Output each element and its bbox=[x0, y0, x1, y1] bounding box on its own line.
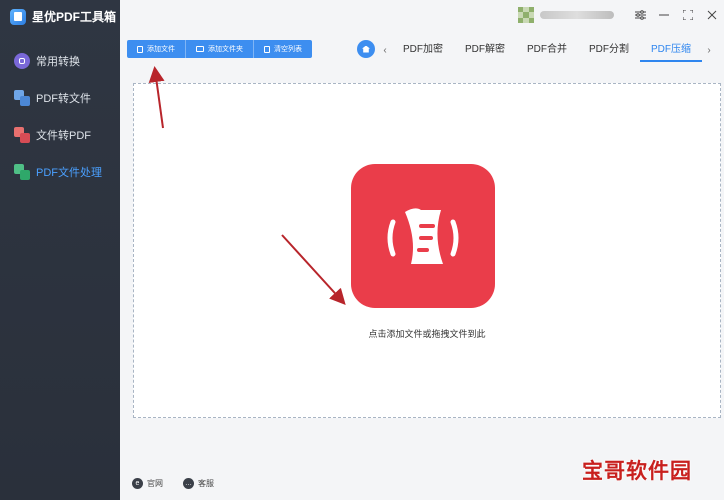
add-folder-button[interactable]: 添加文件夹 bbox=[186, 40, 254, 58]
compress-file-icon[interactable] bbox=[351, 164, 495, 308]
app-title-bar: 星优PDF工具箱 bbox=[10, 8, 116, 25]
chevron-right-icon[interactable]: › bbox=[702, 45, 716, 56]
sidebar-item-pdf-to-file[interactable]: PDF转文件 bbox=[0, 79, 120, 116]
tab-pdf-encrypt[interactable]: PDF加密 bbox=[392, 38, 454, 62]
maximize-icon[interactable] bbox=[676, 0, 700, 30]
sidebar: 星优PDF工具箱 常用转换 PDF转文件 文件转PDF PDF文件处理 bbox=[0, 0, 120, 500]
function-tabs: ‹ PDF加密 PDF解密 PDF合并 PDF分割 PDF压缩 › bbox=[378, 38, 716, 62]
trash-icon bbox=[264, 45, 270, 53]
chevron-left-icon[interactable]: ‹ bbox=[378, 45, 392, 56]
minimize-icon[interactable] bbox=[652, 0, 676, 30]
file-drop-zone[interactable]: 点击添加文件或拖拽文件到此 bbox=[133, 83, 721, 418]
sidebar-item-label: PDF转文件 bbox=[36, 92, 91, 105]
tab-pdf-split[interactable]: PDF分割 bbox=[578, 38, 640, 62]
file-toolbar: 添加文件 添加文件夹 清空列表 bbox=[127, 40, 312, 58]
clear-list-button[interactable]: 清空列表 bbox=[254, 40, 312, 58]
website-label: 官网 bbox=[147, 479, 163, 488]
customer-service-link[interactable]: … 客服 bbox=[183, 478, 214, 489]
add-folder-label: 添加文件夹 bbox=[208, 46, 243, 53]
settings-icon[interactable] bbox=[628, 0, 652, 30]
sidebar-footer: e 官网 … 客服 bbox=[132, 478, 214, 489]
folder-icon bbox=[196, 46, 204, 52]
user-name-blurred bbox=[540, 11, 614, 19]
add-file-button[interactable]: 添加文件 bbox=[127, 40, 186, 58]
file-to-pdf-icon bbox=[14, 126, 30, 143]
home-icon bbox=[362, 45, 370, 53]
app-logo-icon bbox=[10, 8, 26, 25]
app-title: 星优PDF工具箱 bbox=[32, 10, 117, 24]
globe-icon: e bbox=[132, 478, 143, 489]
drop-hint: 点击添加文件或拖拽文件到此 bbox=[368, 329, 486, 339]
sidebar-item-common-convert[interactable]: 常用转换 bbox=[0, 42, 120, 79]
sidebar-item-file-to-pdf[interactable]: 文件转PDF bbox=[0, 116, 120, 153]
sidebar-nav: 常用转换 PDF转文件 文件转PDF PDF文件处理 bbox=[0, 42, 120, 190]
customer-service-label: 客服 bbox=[198, 479, 214, 488]
window-topbar bbox=[518, 0, 724, 30]
sidebar-item-pdf-process[interactable]: PDF文件处理 bbox=[0, 153, 120, 190]
tab-pdf-decrypt[interactable]: PDF解密 bbox=[454, 38, 516, 62]
sidebar-item-label: 常用转换 bbox=[36, 55, 80, 68]
pdf-process-icon bbox=[14, 163, 30, 180]
clear-list-label: 清空列表 bbox=[274, 46, 302, 53]
chat-icon: … bbox=[183, 478, 194, 489]
pdf-to-file-icon bbox=[14, 89, 30, 106]
sidebar-item-label: PDF文件处理 bbox=[36, 166, 102, 179]
add-file-label: 添加文件 bbox=[147, 46, 175, 53]
close-icon[interactable] bbox=[700, 0, 724, 30]
tab-pdf-merge[interactable]: PDF合并 bbox=[516, 38, 578, 62]
watermark: 宝哥软件园 bbox=[582, 460, 692, 483]
file-icon bbox=[137, 45, 143, 53]
avatar[interactable] bbox=[518, 7, 534, 23]
main-panel: 添加文件 添加文件夹 清空列表 ‹ PDF加密 PDF解密 PDF合并 PDF分… bbox=[120, 0, 724, 500]
home-button[interactable] bbox=[357, 40, 375, 58]
website-link[interactable]: e 官网 bbox=[132, 478, 163, 489]
tab-pdf-compress[interactable]: PDF压缩 bbox=[640, 38, 702, 62]
convert-icon bbox=[14, 52, 30, 69]
sidebar-item-label: 文件转PDF bbox=[36, 129, 91, 142]
